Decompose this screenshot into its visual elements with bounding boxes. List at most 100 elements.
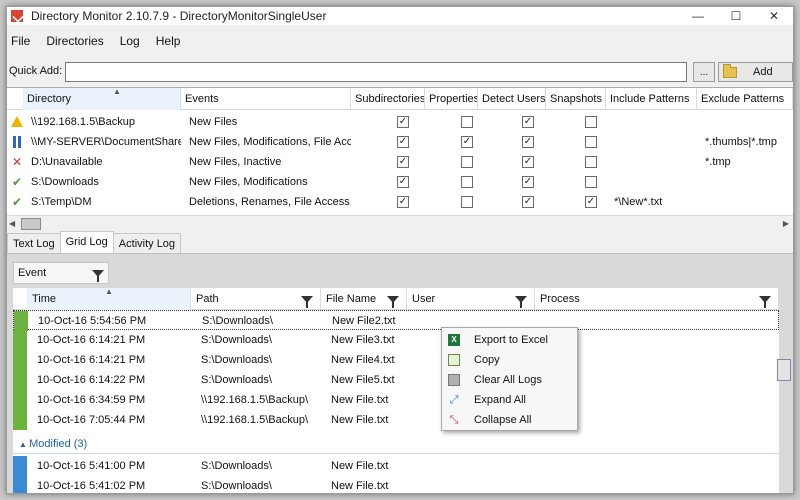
directory-row[interactable]: ✔ S:\Temp\DM Deletions, Renames, File Acce… — [7, 192, 793, 212]
subdirectories-checkbox[interactable]: ✓ — [397, 156, 409, 168]
log-row[interactable]: 10-Oct-16 5:41:02 PM S:\Downloads\ New Fil… — [13, 476, 779, 493]
column-header-snapshots[interactable]: Snapshots — [546, 88, 606, 110]
menu-item-copy[interactable]: Copy — [442, 350, 577, 370]
snapshots-checkbox[interactable]: ✓ — [585, 196, 597, 208]
log-path: S:\Downloads\ — [201, 354, 272, 366]
column-header-process[interactable]: Process — [535, 288, 779, 310]
group-by-field[interactable]: Event — [13, 262, 109, 284]
properties-checkbox[interactable] — [461, 196, 473, 208]
collapse-group-icon[interactable]: ▲ — [19, 440, 29, 449]
quick-add-input[interactable] — [65, 62, 687, 82]
maximize-button[interactable]: ☐ — [717, 7, 755, 25]
filter-icon[interactable] — [92, 270, 104, 282]
directory-row[interactable]: \\192.168.1.5\Backup New Files ✓ ✓ — [7, 112, 793, 132]
column-header-directory[interactable]: Directory ▲ — [23, 88, 181, 110]
menu-log[interactable]: Log — [112, 34, 148, 48]
log-row[interactable]: 10-Oct-16 5:41:00 PM S:\Downloads\ New Fil… — [13, 456, 779, 476]
tab-grid-log[interactable]: Grid Log — [59, 231, 114, 253]
subdirectories-checkbox[interactable]: ✓ — [397, 196, 409, 208]
menu-item-expand-all[interactable]: ⤢ Expand All — [442, 390, 577, 410]
column-header-file-name[interactable]: File Name — [321, 288, 407, 310]
log-time: 10-Oct-16 6:14:22 PM — [37, 374, 146, 386]
directory-row[interactable]: ✔ S:\Downloads New Files, Modifications ✓ ✓ — [7, 172, 793, 192]
group-label: Modified (3) — [29, 438, 88, 450]
menu-item-collapse-all[interactable]: ⤡ Collapse All — [442, 410, 577, 430]
subdirectories-checkbox[interactable]: ✓ — [397, 176, 409, 188]
scroll-left-icon[interactable]: ◀ — [9, 219, 15, 228]
menu-item-clear-all-logs[interactable]: Clear All Logs — [442, 370, 577, 390]
app-window: Directory Monitor 2.10.7.9 - DirectoryMo… — [6, 6, 794, 494]
filter-icon[interactable] — [387, 296, 399, 308]
scrollbar-thumb[interactable] — [21, 218, 41, 230]
event-color-swatch — [14, 311, 28, 331]
horizontal-scrollbar[interactable]: ◀ ▶ — [7, 215, 793, 231]
column-header-properties[interactable]: Properties — [425, 88, 478, 110]
filter-icon[interactable] — [759, 296, 771, 308]
detect-users-checkbox[interactable]: ✓ — [522, 156, 534, 168]
snapshots-checkbox[interactable] — [585, 176, 597, 188]
title-bar: Directory Monitor 2.10.7.9 - DirectoryMo… — [7, 7, 793, 25]
column-header-user[interactable]: User — [407, 288, 535, 310]
event-color-swatch — [13, 370, 27, 390]
browse-button[interactable]: ... — [693, 62, 715, 82]
exclude-patterns — [701, 172, 793, 192]
properties-checkbox[interactable] — [461, 116, 473, 128]
menu-help[interactable]: Help — [148, 34, 189, 48]
column-header-path[interactable]: Path — [191, 288, 321, 310]
log-row[interactable]: 10-Oct-16 6:14:21 PM S:\Downloads\ New Fil… — [13, 350, 779, 370]
column-header-exclude-patterns[interactable]: Exclude Patterns — [697, 88, 793, 110]
filter-icon[interactable] — [515, 296, 527, 308]
properties-checkbox[interactable] — [461, 156, 473, 168]
snapshots-checkbox[interactable] — [585, 156, 597, 168]
log-time: 10-Oct-16 7:05:44 PM — [37, 414, 146, 426]
properties-checkbox[interactable]: ✓ — [461, 136, 473, 148]
exclude-patterns: *.tmp — [705, 156, 731, 168]
log-row[interactable]: 10-Oct-16 6:34:59 PM \\192.168.1.5\Backup… — [13, 390, 779, 410]
snapshots-checkbox[interactable] — [585, 136, 597, 148]
column-header-time[interactable]: Time ▲ — [27, 287, 191, 310]
context-menu: X Export to Excel Copy Clear All Logs ⤢ … — [441, 327, 578, 431]
exclude-patterns — [701, 192, 793, 212]
app-logo-icon — [11, 10, 23, 22]
expand-icon: ⤢ — [449, 394, 459, 406]
snapshots-checkbox[interactable] — [585, 116, 597, 128]
detect-users-checkbox[interactable]: ✓ — [522, 116, 534, 128]
group-row-modified[interactable]: ▲ Modified (3) — [13, 434, 779, 454]
log-row[interactable]: 10-Oct-16 6:14:22 PM S:\Downloads\ New Fil… — [13, 370, 779, 390]
tab-activity-log[interactable]: Activity Log — [112, 233, 182, 253]
directory-row[interactable]: ✕ D:\Unavailable New Files, Inactive ✓ ✓ *.tm… — [7, 152, 793, 172]
directory-path: \\192.168.1.5\Backup — [31, 116, 135, 128]
directory-events: New Files, Modifications, File Access — [189, 136, 351, 148]
scroll-right-icon[interactable]: ▶ — [783, 219, 789, 228]
subdirectories-checkbox[interactable]: ✓ — [397, 116, 409, 128]
subdirectories-checkbox[interactable]: ✓ — [397, 136, 409, 148]
column-header-events[interactable]: Events — [181, 88, 351, 110]
vertical-scrollbar-thumb[interactable] — [777, 359, 791, 381]
properties-checkbox[interactable] — [461, 176, 473, 188]
menu-file[interactable]: File — [7, 34, 38, 48]
log-file-name: New File.txt — [331, 394, 389, 406]
log-time: 10-Oct-16 6:34:59 PM — [37, 394, 146, 406]
add-button[interactable]: Add — [718, 62, 793, 82]
menu-directories[interactable]: Directories — [38, 34, 111, 48]
log-path: S:\Downloads\ — [201, 374, 272, 386]
log-path: \\192.168.1.5\Backup\ — [201, 414, 309, 426]
log-row[interactable]: 10-Oct-16 5:54:56 PM S:\Downloads\ New Fil… — [13, 310, 779, 331]
filter-icon[interactable] — [301, 296, 313, 308]
directory-row[interactable]: \\MY-SERVER\DocumentShare New Files, Modi… — [7, 132, 793, 152]
log-time: 10-Oct-16 6:14:21 PM — [37, 334, 146, 346]
column-header-detect-users[interactable]: Detect Users — [478, 88, 546, 110]
log-row[interactable]: 10-Oct-16 7:05:44 PM \\192.168.1.5\Backup… — [13, 410, 779, 430]
close-button[interactable]: ✕ — [755, 7, 793, 25]
detect-users-checkbox[interactable]: ✓ — [522, 196, 534, 208]
directory-events: Deletions, Renames, File Access, In... — [189, 196, 351, 208]
detect-users-checkbox[interactable]: ✓ — [522, 136, 534, 148]
log-row[interactable]: 10-Oct-16 6:14:21 PM S:\Downloads\ New Fil… — [13, 330, 779, 350]
column-header-include-patterns[interactable]: Include Patterns — [606, 88, 697, 110]
column-header-subdirectories[interactable]: Subdirectories — [351, 88, 425, 110]
detect-users-checkbox[interactable]: ✓ — [522, 176, 534, 188]
tab-text-log[interactable]: Text Log — [7, 233, 61, 253]
menu-item-export-excel[interactable]: X Export to Excel — [442, 330, 577, 350]
event-color-swatch — [13, 410, 27, 430]
minimize-button[interactable]: — — [679, 7, 717, 25]
